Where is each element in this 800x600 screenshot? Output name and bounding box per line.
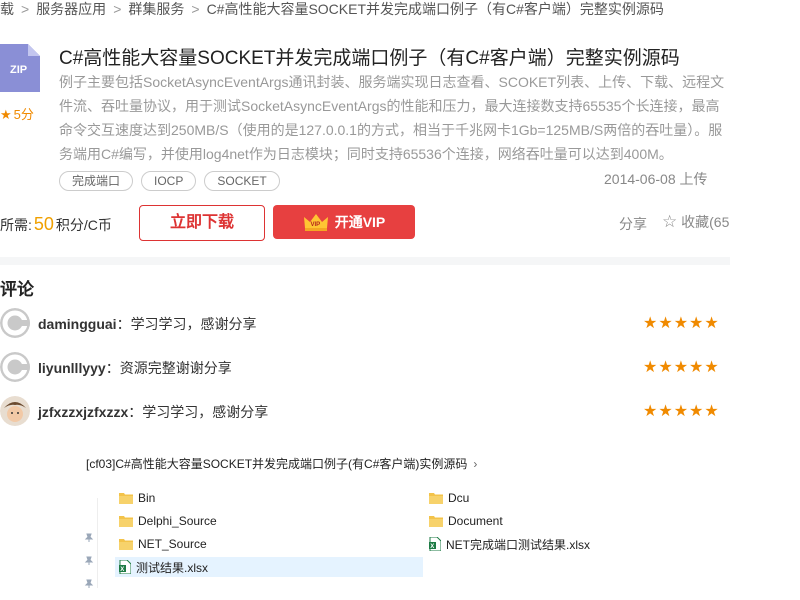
comment-text: jzfxzzxjzfxzzx：学习学习，感谢分享 bbox=[38, 404, 269, 420]
pin-icon bbox=[84, 530, 94, 548]
resource-title: C#高性能大容量SOCKET并发完成端口例子（有C#客户端）完整实例源码 bbox=[59, 48, 680, 69]
zip-icon-label: ZIP bbox=[10, 64, 28, 76]
comment-star-rating: ★★★★★ bbox=[643, 403, 720, 420]
star-icon: ★ bbox=[0, 107, 12, 122]
avatar[interactable] bbox=[0, 352, 30, 382]
vip-button[interactable]: VIP 开通VIP bbox=[273, 205, 415, 239]
download-button[interactable]: 立即下载 bbox=[139, 205, 265, 241]
file-name: Bin bbox=[138, 491, 156, 505]
comment-star-rating: ★★★★★ bbox=[643, 359, 720, 376]
points-unit: 积分/C币 bbox=[55, 217, 112, 233]
folder-icon bbox=[119, 493, 133, 504]
need-label: 所需: bbox=[0, 217, 32, 233]
section-divider bbox=[0, 257, 730, 265]
tag-list: 完成端口 IOCP SOCKET bbox=[59, 171, 280, 191]
comment-item: jzfxzzxjzfxzzx：学习学习，感谢分享 ★★★★★ bbox=[0, 396, 730, 428]
chevron-right-icon: › bbox=[473, 457, 478, 471]
breadcrumb-separator: > bbox=[21, 1, 30, 17]
file-name: 测试结果.xlsx bbox=[136, 560, 209, 575]
star-outline-icon: ☆ bbox=[662, 212, 678, 231]
tag-iocp[interactable]: IOCP bbox=[141, 171, 197, 191]
pin-icon bbox=[84, 576, 94, 594]
vip-button-label: 开通VIP bbox=[334, 214, 386, 230]
rating-value: 5分 bbox=[13, 107, 34, 122]
excel-file-icon: X bbox=[429, 537, 441, 551]
file-item-folder[interactable]: Document bbox=[429, 511, 729, 531]
comment-username[interactable]: damingguai bbox=[38, 316, 117, 332]
folder-icon bbox=[119, 516, 133, 527]
resource-description: 例子主要包括SocketAsyncEventArgs通讯封装、服务端实现日志查看… bbox=[59, 74, 725, 162]
pin-icon bbox=[84, 553, 94, 571]
file-name: Delphi_Source bbox=[138, 514, 217, 528]
svg-text:X: X bbox=[430, 544, 434, 550]
points-amount: 50 bbox=[33, 214, 54, 234]
breadcrumb-item-cluster[interactable]: 群集服务 bbox=[128, 1, 184, 17]
file-item-excel-selected[interactable]: X 测试结果.xlsx bbox=[115, 557, 423, 577]
collect-button[interactable]: ☆ 收藏(65 bbox=[662, 212, 732, 232]
comment-body: 资源完整谢谢分享 bbox=[119, 360, 232, 376]
collect-label: 收藏(65 bbox=[681, 214, 730, 230]
folder-icon bbox=[429, 493, 443, 504]
zip-file-icon: ZIP bbox=[0, 44, 40, 92]
breadcrumb-separator: > bbox=[191, 1, 200, 17]
tag-completion-port[interactable]: 完成端口 bbox=[59, 171, 134, 191]
comment-username[interactable]: liyunlllyyy bbox=[38, 360, 106, 376]
file-item-folder[interactable]: NET_Source bbox=[119, 534, 419, 554]
comment-item: liyunlllyyy：资源完整谢谢分享 ★★★★★ bbox=[0, 352, 730, 384]
explorer-path-text: [cf03]C#高性能大容量SOCKET并发完成端口例子(有C#客户端)实例源码 bbox=[86, 457, 468, 471]
file-name: NET完成端口测试结果.xlsx bbox=[446, 537, 591, 552]
breadcrumb-separator: > bbox=[113, 1, 122, 17]
file-name: Dcu bbox=[448, 491, 470, 505]
comment-text: liyunlllyyy：资源完整谢谢分享 bbox=[38, 360, 232, 376]
svg-text:X: X bbox=[120, 567, 124, 573]
comments-heading: 评论 bbox=[0, 280, 34, 299]
file-name: NET_Source bbox=[138, 537, 207, 551]
breadcrumb-item-0[interactable]: 载 bbox=[0, 1, 14, 17]
comment-username[interactable]: jzfxzzxjzfxzzx bbox=[38, 404, 128, 420]
file-name: Document bbox=[448, 514, 503, 528]
upload-date: 2014-06-08 上传 bbox=[604, 171, 708, 187]
resource-rating: ★ 5分 bbox=[0, 104, 34, 123]
comment-item: damingguai：学习学习，感谢分享 ★★★★★ bbox=[0, 308, 730, 340]
avatar[interactable] bbox=[0, 396, 30, 426]
comment-body: 学习学习，感谢分享 bbox=[130, 316, 257, 332]
svg-text:VIP: VIP bbox=[310, 222, 320, 228]
file-item-folder[interactable]: Bin bbox=[119, 488, 419, 508]
explorer-divider bbox=[97, 498, 98, 588]
excel-file-icon: X bbox=[119, 560, 131, 574]
share-button[interactable]: 分享 bbox=[619, 214, 647, 234]
explorer-path[interactable]: [cf03]C#高性能大容量SOCKET并发完成端口例子(有C#客户端)实例源码… bbox=[86, 455, 477, 472]
avatar[interactable] bbox=[0, 308, 30, 338]
breadcrumb-item-current: C#高性能大容量SOCKET并发完成端口例子（有C#客户端）完整实例源码 bbox=[206, 1, 664, 17]
file-item-excel[interactable]: X NET完成端口测试结果.xlsx bbox=[429, 534, 729, 554]
folder-icon bbox=[429, 516, 443, 527]
comment-body: 学习学习，感谢分享 bbox=[142, 404, 269, 420]
comment-star-rating: ★★★★★ bbox=[643, 315, 720, 332]
breadcrumb-item-server-apps[interactable]: 服务器应用 bbox=[36, 1, 106, 17]
tag-socket[interactable]: SOCKET bbox=[204, 171, 280, 191]
file-item-folder[interactable]: Delphi_Source bbox=[119, 511, 419, 531]
file-item-folder[interactable]: Dcu bbox=[429, 488, 729, 508]
points-required: 所需: 50 积分/C币 bbox=[0, 214, 112, 235]
crown-icon: VIP bbox=[303, 214, 328, 231]
folder-icon bbox=[119, 539, 133, 550]
breadcrumb: 载 > 服务器应用 > 群集服务 > C#高性能大容量SOCKET并发完成端口例子（有C#客… bbox=[0, 0, 730, 20]
comment-text: damingguai：学习学习，感谢分享 bbox=[38, 316, 257, 332]
